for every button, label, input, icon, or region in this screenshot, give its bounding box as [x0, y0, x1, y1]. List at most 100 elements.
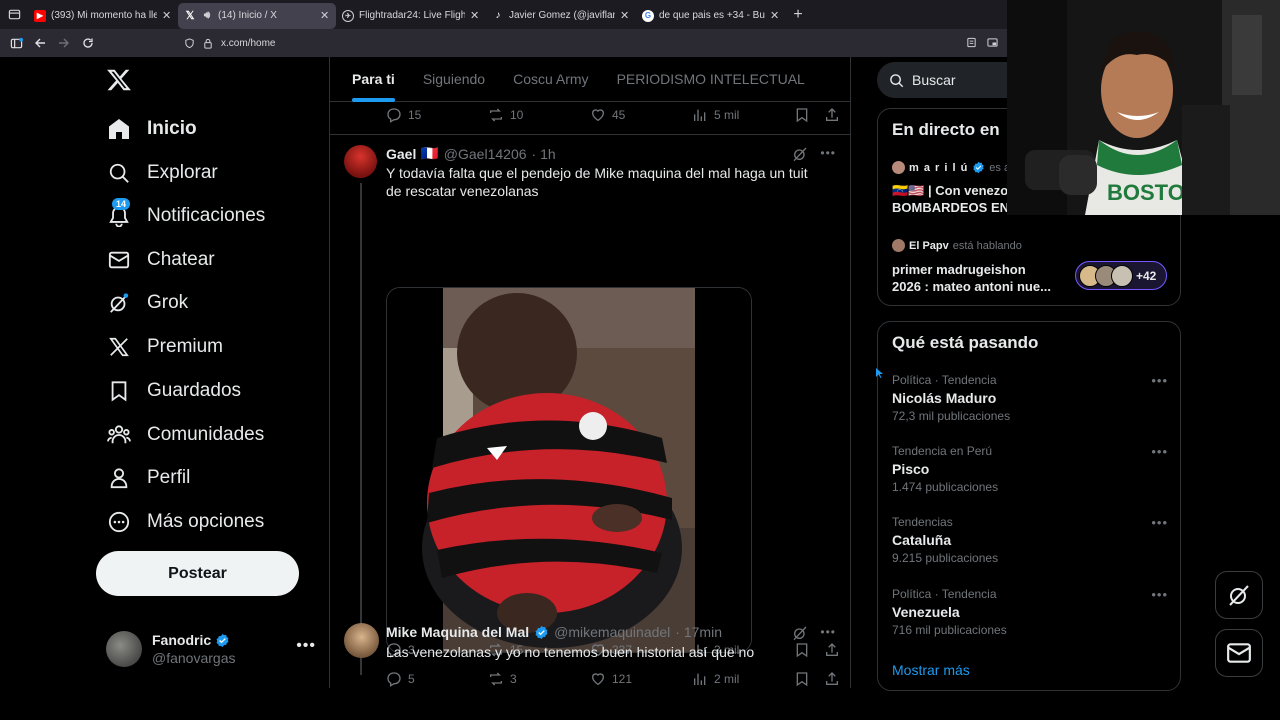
verified-badge-icon — [216, 633, 229, 647]
show-more-link[interactable]: Mostrar más — [892, 662, 970, 678]
sidebar-item-grok[interactable]: Grok — [106, 285, 188, 321]
browser-tab-x[interactable]: 𝕏 🔊︎ (14) Inicio / X ✕ — [178, 2, 336, 29]
like-button[interactable]: 121 — [590, 671, 692, 687]
more-icon[interactable]: ••• — [1151, 373, 1168, 388]
reader-view-icon[interactable] — [966, 37, 977, 48]
x-logo-icon[interactable] — [106, 67, 132, 93]
reply-button[interactable]: 5 — [386, 671, 488, 687]
grok-fab[interactable] — [1215, 571, 1263, 619]
tab-title: (14) Inicio / X — [218, 10, 277, 21]
back-icon[interactable] — [28, 29, 52, 57]
tweet-author-handle[interactable]: @mikemaquinadel — [554, 624, 670, 640]
close-tab-icon[interactable]: ✕ — [320, 9, 330, 22]
sidebar-item-explorar[interactable]: Explorar — [106, 155, 218, 191]
tweet-author-name[interactable]: Gael — [386, 146, 416, 162]
views-icon — [694, 673, 706, 685]
tweet-author-name[interactable]: Mike Maquina del Mal — [386, 624, 529, 640]
trend-item[interactable]: Política · Tendencia Venezuela 716 mil p… — [892, 587, 1168, 637]
sidebar-item-mas-opciones[interactable]: Más opciones — [106, 504, 264, 540]
avatar[interactable] — [344, 623, 379, 658]
share-icon[interactable] — [824, 107, 840, 123]
tab-periodismo-intelectual[interactable]: PERIODISMO INTELECTUAL — [606, 57, 816, 102]
more-icon[interactable]: ••• — [1151, 515, 1168, 530]
home-icon — [106, 117, 131, 142]
close-tab-icon[interactable]: ✕ — [620, 9, 630, 22]
views-button[interactable]: 2 mil — [692, 671, 794, 687]
sidebar-item-premium[interactable]: Premium — [106, 329, 223, 365]
speaker-icon[interactable]: 🔊︎ — [201, 10, 213, 22]
account-switcher[interactable]: Fanodric @fanovargas ••• — [106, 629, 316, 669]
like-button[interactable]: 45 — [590, 107, 692, 123]
tweet[interactable]: Gael 🇫🇷 @Gael14206 · 1h ••• Y todavía fa… — [330, 135, 850, 680]
grok-icon[interactable] — [792, 625, 808, 641]
trends-title: Qué está pasando — [892, 333, 1039, 352]
live-item[interactable]: El Papv está hablando primer madrugeisho… — [892, 239, 1172, 295]
sidebar-item-comunidades[interactable]: Comunidades — [106, 417, 264, 453]
tweet-actions-right — [794, 107, 840, 123]
tweet-media[interactable] — [386, 287, 752, 653]
live-status: está hablando — [952, 239, 1022, 252]
tab-siguiendo[interactable]: Siguiendo — [412, 57, 496, 102]
more-icon[interactable]: ••• — [1151, 444, 1168, 459]
new-tab-button[interactable]: + — [786, 6, 810, 24]
grok-icon[interactable] — [792, 146, 808, 162]
search-input[interactable]: Buscar — [912, 72, 956, 88]
tweet-author-handle[interactable]: @Gael14206 — [444, 146, 527, 162]
shield-icon[interactable] — [184, 37, 195, 49]
tweet-text: Y todavía falta que el pendejo de Mike m… — [386, 165, 808, 199]
tab-para-ti[interactable]: Para ti — [341, 57, 406, 102]
tab-list-button[interactable] — [0, 0, 28, 29]
webcam-image: BOSTON — [1007, 0, 1280, 215]
browser-tab-google[interactable]: G de que pais es +34 - Buscar co ✕ — [636, 3, 786, 29]
messages-fab[interactable] — [1215, 629, 1263, 677]
sidebar-item-guardados[interactable]: Guardados — [106, 373, 241, 409]
reply-icon — [387, 672, 401, 687]
trend-item[interactable]: Tendencias Cataluña 9.215 publicaciones … — [892, 515, 1168, 565]
more-circle-icon — [106, 510, 131, 535]
search-icon — [106, 161, 131, 186]
more-icon[interactable]: ••• — [820, 146, 836, 162]
trend-item[interactable]: Tendencia en Perú Pisco 1.474 publicacio… — [892, 444, 1168, 494]
sidebar-item-notificaciones[interactable]: 14 Notificaciones — [106, 197, 265, 234]
sidebar-item-chatear[interactable]: Chatear — [106, 242, 215, 278]
like-count: 45 — [612, 108, 626, 122]
repost-button[interactable]: 10 — [488, 107, 590, 123]
sidebar-toggle-icon[interactable] — [4, 29, 28, 57]
more-icon[interactable]: ••• — [296, 637, 316, 655]
bookmark-icon[interactable] — [794, 671, 810, 687]
browser-tab-flightradar[interactable]: ✈ Flightradar24: Live Flight Tracke ✕ — [336, 3, 486, 29]
sidebar-item-perfil[interactable]: Perfil — [106, 460, 190, 496]
tiktok-icon: ♪ — [495, 10, 501, 21]
tweet[interactable]: Mike Maquina del Mal @mikemaquinadel · 1… — [330, 614, 850, 688]
lock-icon[interactable] — [203, 38, 213, 49]
account-display-name: Fanodric — [152, 632, 212, 648]
tweet-time[interactable]: · 17min — [675, 624, 722, 640]
share-icon[interactable] — [824, 671, 840, 687]
post-button[interactable]: Postear — [96, 551, 299, 596]
close-tab-icon[interactable]: ✕ — [770, 9, 780, 22]
tweet-time[interactable]: · 1h — [532, 146, 556, 162]
tab-coscu-army[interactable]: Coscu Army — [502, 57, 599, 102]
browser-tab-youtube[interactable]: ▶ (393) Mi momento ha llegado ( ✕ — [28, 3, 178, 29]
picture-in-picture-icon[interactable] — [987, 37, 998, 48]
bookmark-icon[interactable] — [794, 107, 810, 123]
tweet-tools: ••• — [792, 146, 836, 162]
live-host: El Papv — [909, 239, 949, 252]
more-icon[interactable]: ••• — [820, 625, 836, 641]
listeners-pill[interactable]: +42 — [1075, 261, 1167, 290]
avatar[interactable] — [344, 145, 377, 178]
trend-item[interactable]: Política · Tendencia Nicolás Maduro 72,3… — [892, 373, 1168, 423]
close-tab-icon[interactable]: ✕ — [470, 9, 480, 22]
sidebar-item-label: Premium — [147, 336, 224, 357]
sidebar-item-inicio[interactable]: Inicio — [106, 111, 197, 147]
views-button[interactable]: 5 mil — [692, 107, 794, 123]
reply-button[interactable]: 15 — [386, 107, 488, 123]
url-bar[interactable]: x.com/home — [178, 32, 1008, 54]
browser-tab-tiktok[interactable]: ♪ Javier Gomez (@javiflama) | TikT ✕ — [486, 3, 636, 29]
close-tab-icon[interactable]: ✕ — [162, 9, 172, 22]
forward-icon[interactable] — [52, 29, 76, 57]
repost-button[interactable]: 3 — [488, 671, 590, 687]
reload-icon[interactable] — [76, 29, 100, 57]
tab-title: Flightradar24: Live Flight Tracke — [359, 10, 465, 21]
more-icon[interactable]: ••• — [1151, 587, 1168, 602]
